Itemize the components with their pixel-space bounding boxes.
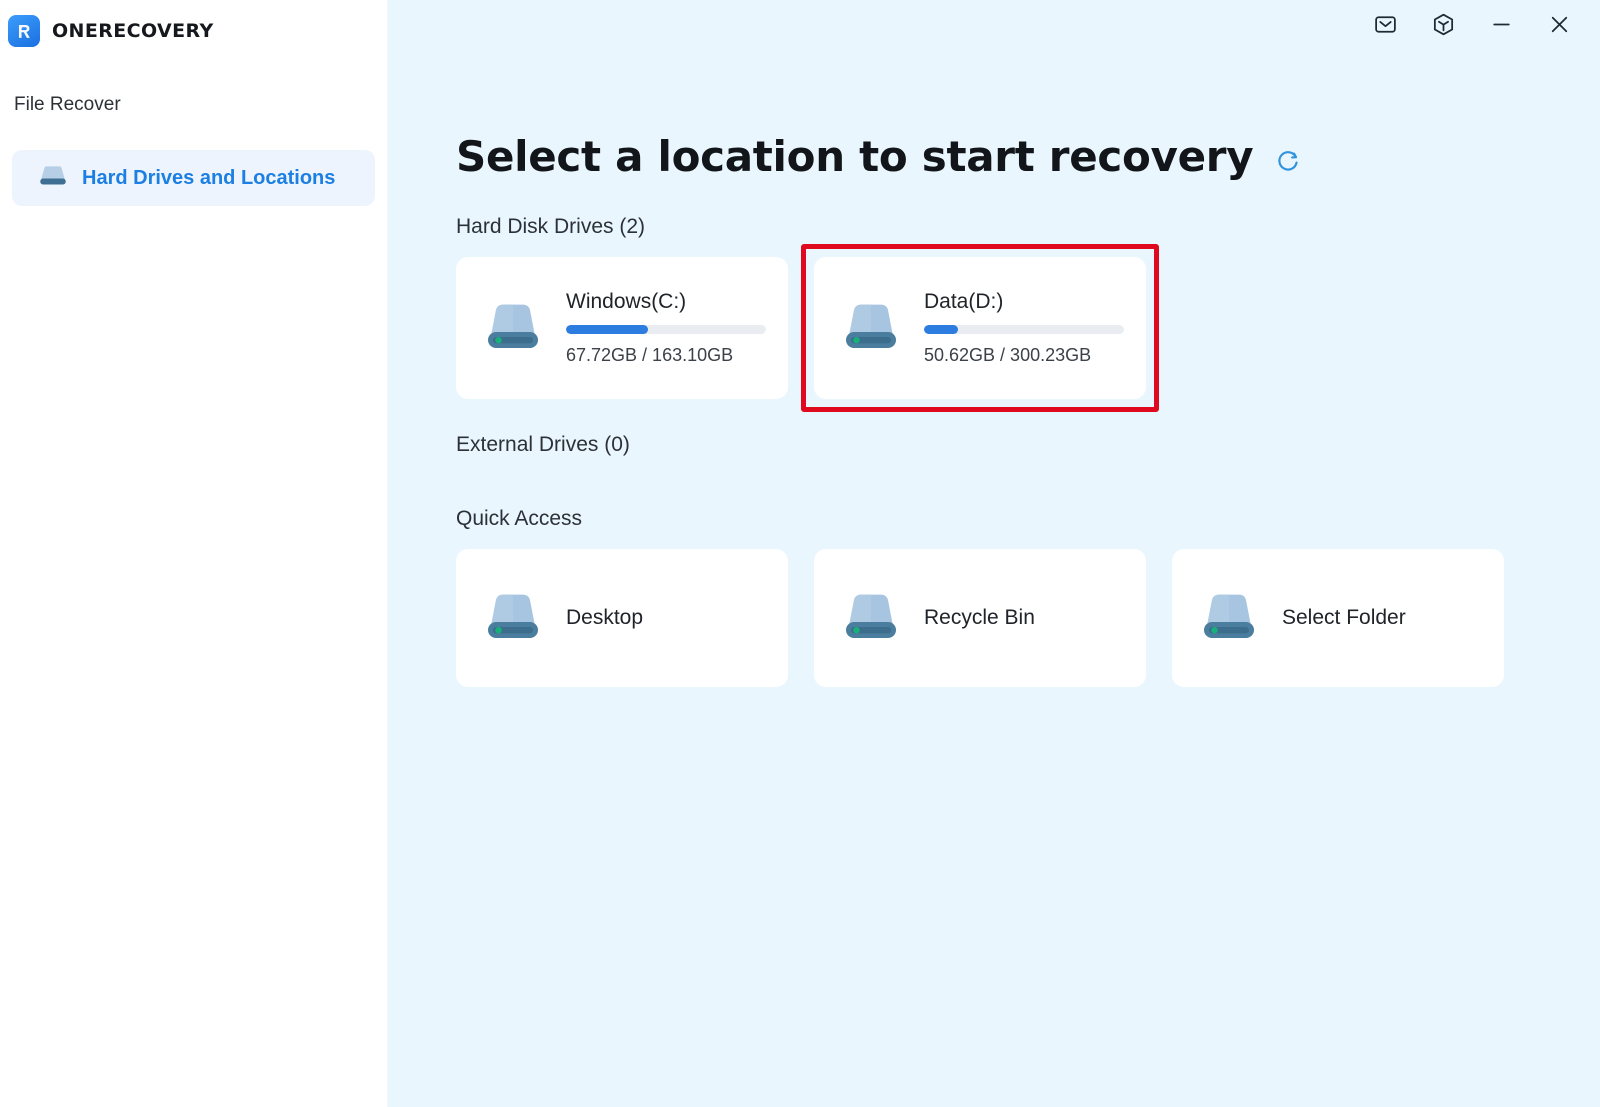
window-controls: [1370, 0, 1600, 48]
quick-access-label: Quick Access: [456, 507, 583, 530]
content-area: Select a location to start recovery Hard…: [388, 0, 1600, 687]
external-drives-empty-area: [456, 457, 1600, 497]
hard-disk-drives-label: Hard Disk Drives (2): [456, 215, 646, 238]
refresh-icon[interactable]: [1275, 147, 1301, 173]
quick-access-card-select-folder[interactable]: Select Folder: [1172, 549, 1504, 687]
hard-drive-icon: [840, 296, 902, 361]
external-drives-label: External Drives (0): [456, 433, 630, 456]
cube-icon[interactable]: [1428, 9, 1458, 39]
quick-access-label-text: Select Folder: [1282, 606, 1406, 629]
drive-card-data-d[interactable]: Data(D:) 50.62GB / 300.23GB: [814, 257, 1146, 399]
hard-drive-icon: [482, 586, 544, 651]
drive-name: Windows(C:): [566, 290, 687, 313]
sidebar: ONERECOVERY File Recover Hard Drives and…: [0, 0, 388, 1107]
drive-usage-bar: [566, 325, 766, 334]
hard-drive-icon: [840, 586, 902, 651]
quick-access-list: Desktop Recycle Bin Select Folder: [456, 549, 1600, 687]
quick-access-label-text: Recycle Bin: [924, 606, 1035, 629]
drive-name: Data(D:): [924, 290, 1004, 313]
drive-info: Windows(C:) 67.72GB / 163.10GB: [566, 290, 766, 366]
brand-name: ONERECOVERY: [52, 20, 214, 42]
brand-header: ONERECOVERY: [0, 0, 387, 50]
drive-usage-text: 50.62GB / 300.23GB: [924, 345, 1092, 365]
quick-access-card-recycle-bin[interactable]: Recycle Bin: [814, 549, 1146, 687]
minimize-icon[interactable]: [1486, 9, 1516, 39]
page-title-row: Select a location to start recovery: [456, 132, 1600, 181]
drive-usage-bar: [924, 325, 1124, 334]
sidebar-item-hard-drives-and-locations[interactable]: Hard Drives and Locations: [12, 150, 375, 206]
close-icon[interactable]: [1544, 9, 1574, 39]
page-title: Select a location to start recovery: [456, 132, 1254, 181]
quick-access-label-text: Desktop: [566, 606, 644, 629]
onerecovery-logo-icon: [8, 15, 40, 47]
drive-card-windows-c[interactable]: Windows(C:) 67.72GB / 163.10GB: [456, 257, 788, 399]
drive-info: Data(D:) 50.62GB / 300.23GB: [924, 290, 1124, 366]
quick-access-card-desktop[interactable]: Desktop: [456, 549, 788, 687]
mail-icon[interactable]: [1370, 9, 1400, 39]
main-content: Select a location to start recovery Hard…: [388, 0, 1600, 1107]
drive-usage-bar-fill: [566, 325, 648, 334]
sidebar-section-title: File Recover: [14, 94, 121, 115]
hard-drive-icon: [38, 165, 68, 192]
drive-usage-text: 67.72GB / 163.10GB: [566, 345, 734, 365]
hard-disk-drives-list: Windows(C:) 67.72GB / 163.10GB Data(D:) …: [456, 244, 1600, 412]
sidebar-item-label: Hard Drives and Locations: [82, 166, 336, 189]
hard-drive-icon: [482, 296, 544, 361]
folder-drive-icon: [1198, 586, 1260, 651]
drive-usage-bar-fill: [924, 325, 958, 334]
application-window: ONERECOVERY File Recover Hard Drives and…: [0, 0, 1600, 1107]
